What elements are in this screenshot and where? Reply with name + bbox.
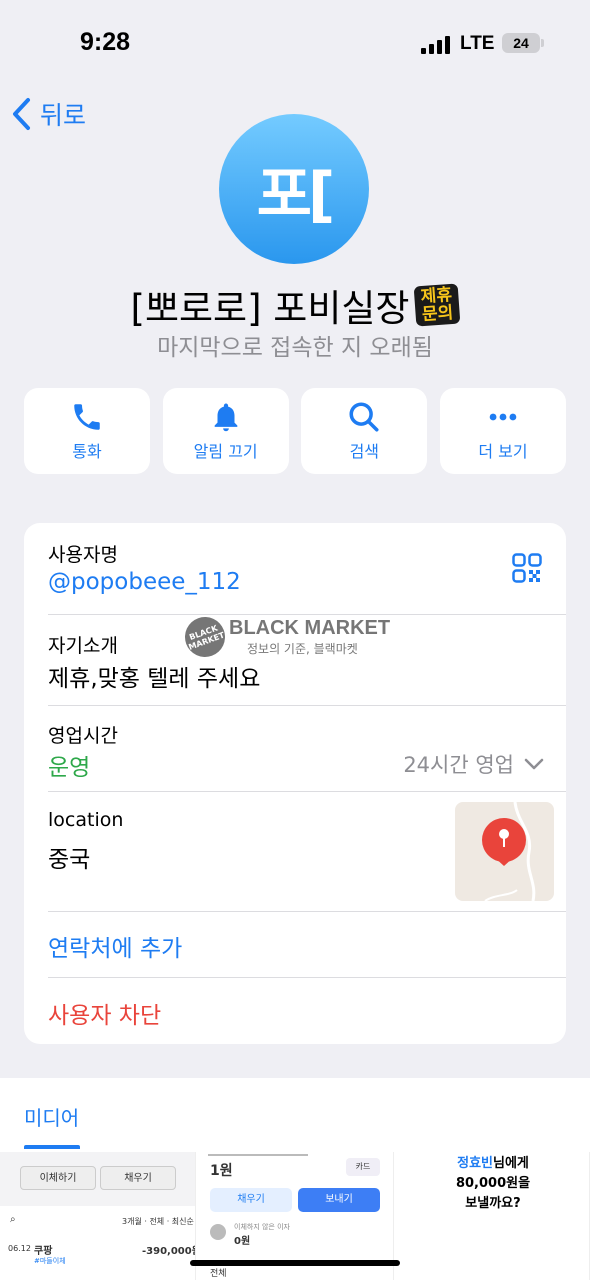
filter-text: 3개월 · 전체 · 최신순 [122,1217,194,1226]
balance-amount: 1원 [210,1163,233,1179]
recipient-name: 정효빈 [457,1156,493,1171]
action-bar: 통화 알림 끄기 검색 더 보기 [24,388,566,474]
fill-button: 채우기 [210,1188,292,1212]
lightning-icon [210,1224,226,1240]
send-question: 보낼까요? [465,1196,521,1211]
call-button[interactable]: 통화 [24,388,150,474]
send-button: 보내기 [298,1188,380,1212]
media-thumbnail-1[interactable]: 이체하기 채우기 ⌕ 3개월 · 전체 · 최신순 06.12 쿠팡 #마들이체… [0,1152,196,1280]
avatar-initials: 포[ [256,159,336,230]
last-seen-status: 마지막으로 접속한 지 오래됨 [157,335,433,361]
transaction-amount: -390,000원 [142,1246,196,1257]
interest-note: 이체하지 않은 이자 [234,1223,290,1231]
qr-code-icon[interactable] [512,553,542,583]
watermark: BLACK MARKET BLACK MARKET 정보의 기준, 블랙마켓 [179,611,405,663]
bell-icon [214,403,237,432]
add-contact-link[interactable]: 연락처에 추가 [48,929,182,963]
username-value[interactable]: @popobeee_112 [48,569,241,595]
mute-label: 알림 끄기 [193,442,258,461]
transaction-merchant: 쿠팡 [34,1246,53,1257]
transaction-tag: #마들이체 [34,1257,66,1265]
partnership-badge: 제휴문의 [414,283,461,327]
media-section: 미디어 이체하기 채우기 ⌕ 3개월 · 전체 · 최신순 06.12 쿠팡 #… [0,1078,590,1280]
tab-media[interactable]: 미디어 [24,1102,79,1131]
status-bar: 9:28 LTE 24 [0,0,590,90]
bio-value: 제휴,맞홍 텔레 주세요 [48,666,261,692]
transfer-button: 이체하기 [20,1166,96,1190]
tab-underline [24,1145,80,1149]
info-card: 사용자명 @popobeee_112 자기소개 제휴,맞홍 텔레 주세요 영업시… [24,523,566,1044]
watermark-subtitle: 정보의 기준, 블랙마켓 [247,642,358,656]
fill-button: 채우기 [100,1166,176,1190]
hours-detail-toggle[interactable]: 24시간 영업 [403,749,544,779]
more-label: 더 보기 [478,442,528,461]
call-label: 통화 [72,442,102,461]
map-pin-icon [482,802,536,901]
status-time: 9:28 [80,28,131,56]
signal-icon [421,36,450,54]
back-label: 뒤로 [40,101,87,130]
back-button[interactable]: 뒤로 [10,94,86,134]
username-row[interactable]: 사용자명 @popobeee_112 [24,523,566,614]
chevron-left-icon [13,98,30,130]
more-icon [489,413,517,421]
interest-amount: 0원 [234,1236,251,1247]
avatar[interactable]: 포[ [219,114,369,264]
username-label: 사용자명 [48,544,118,566]
hours-status: 운영 [48,755,91,781]
profile-name-row: [뽀로로] 포비실장 제휴문의 [0,278,590,332]
location-label: location [48,809,124,831]
hours-detail: 24시간 영업 [403,753,514,777]
recipient-suffix: 님에게 [493,1156,529,1171]
location-value: 중국 [48,847,91,873]
mute-button[interactable]: 알림 끄기 [162,388,289,474]
battery-icon: 24 [502,33,540,53]
card-chip: 카드 [346,1158,380,1176]
send-amount: 80,000원을 [455,1176,531,1191]
search-icon [349,402,379,432]
watermark-title: BLACK MARKET [229,617,391,639]
block-user-link[interactable]: 사용자 차단 [48,996,161,1030]
location-map[interactable] [455,802,554,901]
bio-label: 자기소개 [48,635,118,657]
transaction-date: 06.12 [8,1244,31,1253]
profile-name: [뽀로로] 포비실장 [130,287,410,330]
more-button[interactable]: 더 보기 [439,388,566,474]
search-icon: ⌕ [10,1214,16,1225]
battery-tip [541,39,544,47]
phone-icon [74,404,100,430]
media-thumbnail-3[interactable]: 정효빈님에게 80,000원을 보낼까요? [396,1152,590,1280]
network-label: LTE [460,33,495,54]
chevron-down-icon [524,758,544,770]
search-label: 검색 [349,442,380,461]
watermark-logo: BLACK MARKET [179,611,231,663]
filter-all: 전체 [210,1269,227,1279]
home-indicator [190,1260,400,1266]
watermark-text: BLACK MARKET 정보의 기준, 블랙마켓 [229,617,390,657]
add-contact-row[interactable]: 연락처에 추가 [24,912,566,977]
block-user-row[interactable]: 사용자 차단 [24,978,566,1044]
search-button[interactable]: 검색 [301,388,428,474]
hours-label: 영업시간 [48,725,118,747]
